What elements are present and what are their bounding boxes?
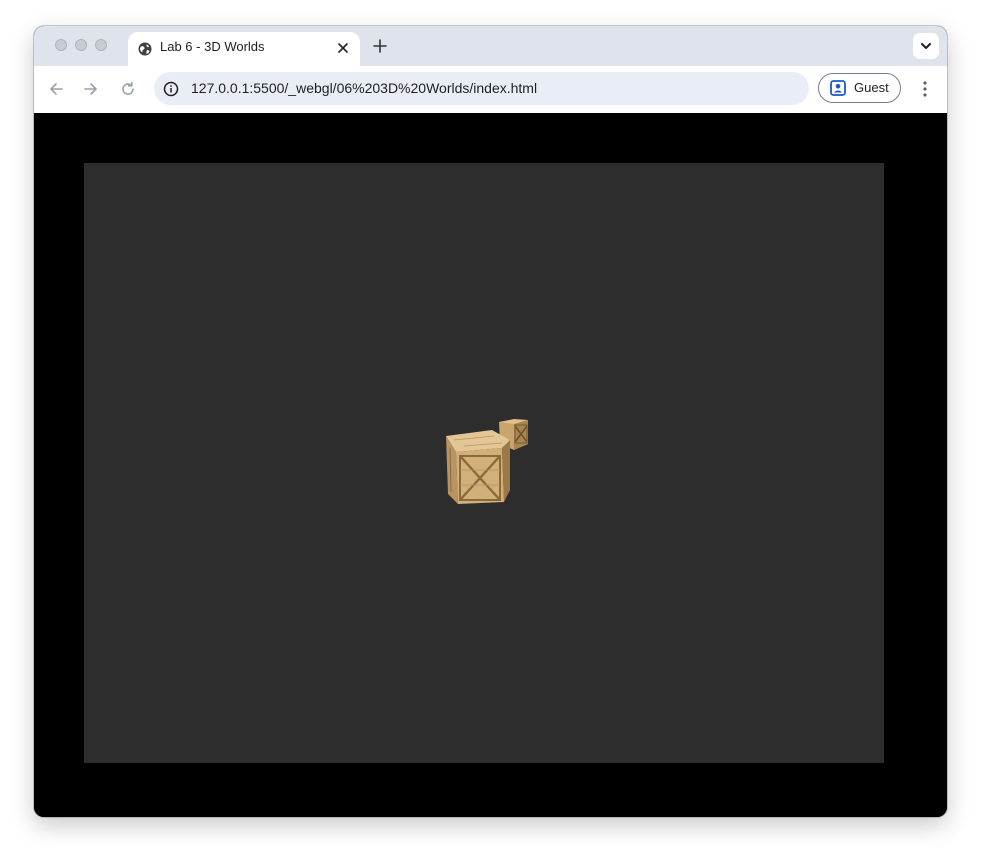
arrow-right-icon	[84, 83, 97, 95]
tab-title: Lab 6 - 3D Worlds	[160, 39, 265, 54]
kebab-menu-icon[interactable]	[916, 80, 934, 98]
address-bar[interactable]: 127.0.0.1:5500/_webgl/06%203D%20Worlds/i…	[154, 72, 809, 105]
tab-search-button[interactable]	[913, 33, 939, 59]
globe-icon	[138, 42, 152, 56]
tab-lab6[interactable]: Lab 6 - 3D Worlds	[128, 32, 360, 66]
reload-icon	[122, 81, 134, 95]
title-bar: Lab 6 - 3D Worlds	[34, 26, 947, 66]
browser-toolbar: 127.0.0.1:5500/_webgl/06%203D%20Worlds/i…	[34, 66, 947, 114]
plus-icon[interactable]	[370, 36, 390, 56]
page-viewport	[34, 113, 947, 817]
crate-scene	[446, 419, 528, 504]
browser-window: Lab 6 - 3D Worlds 127.0.0.1:5500/_webgl/…	[34, 26, 947, 817]
arrow-left-icon	[50, 83, 63, 95]
back-button[interactable]	[46, 79, 66, 99]
window-close-button[interactable]	[55, 39, 67, 51]
profile-button[interactable]: Guest	[818, 73, 901, 103]
webgl-canvas[interactable]	[84, 163, 884, 763]
chevron-down-icon	[921, 43, 931, 49]
large-crate	[446, 430, 510, 504]
window-minimize-button[interactable]	[75, 39, 87, 51]
reload-button[interactable]	[118, 79, 138, 99]
profile-label: Guest	[854, 80, 889, 95]
window-maximize-button[interactable]	[95, 39, 107, 51]
guest-profile-icon	[830, 80, 846, 96]
close-icon[interactable]	[335, 40, 351, 56]
url-text[interactable]: 127.0.0.1:5500/_webgl/06%203D%20Worlds/i…	[191, 72, 537, 105]
forward-button[interactable]	[81, 79, 101, 99]
info-icon[interactable]	[162, 80, 180, 98]
